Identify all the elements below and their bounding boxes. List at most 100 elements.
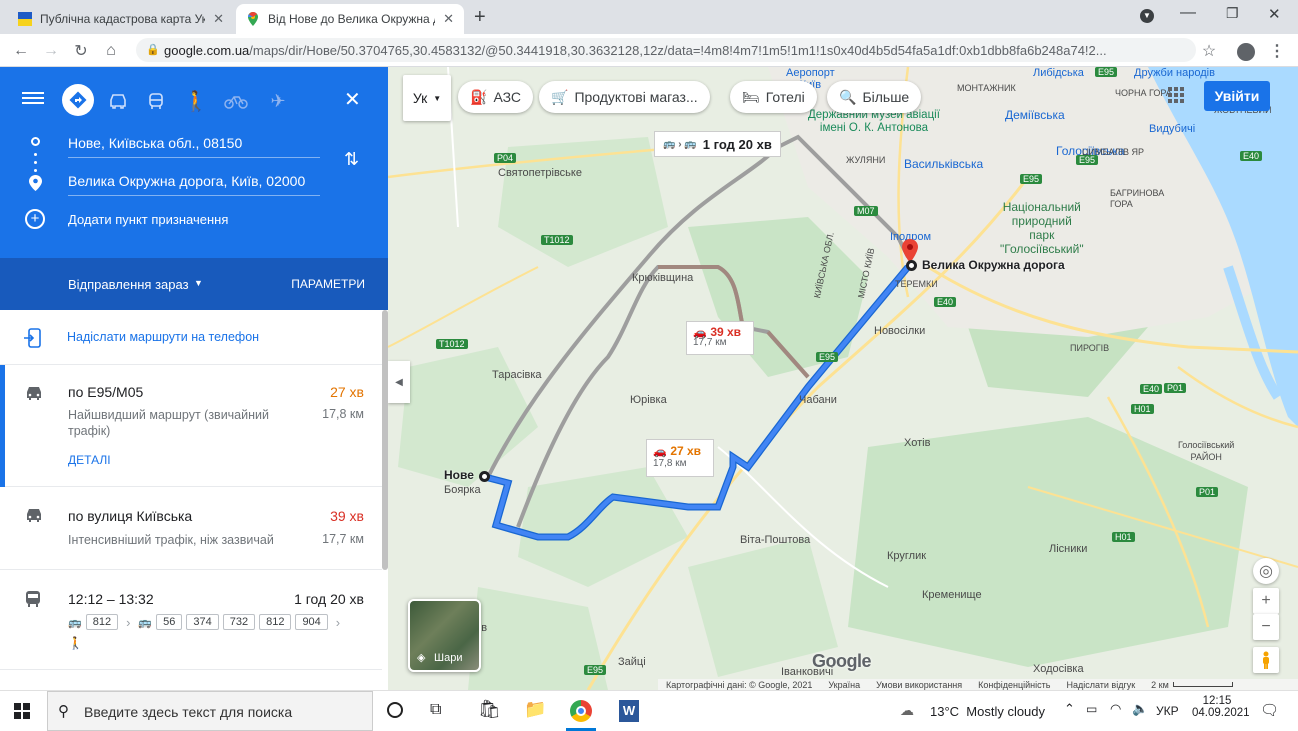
minimize-button[interactable]: — [1180, 4, 1196, 22]
car-mode-icon[interactable] [104, 87, 132, 115]
my-location-icon[interactable]: ◎ [1253, 558, 1279, 584]
add-destination-icon[interactable]: + [25, 209, 45, 229]
tab-cadastral-map[interactable]: Публічна кадастрова карта Укр ✕ [8, 4, 234, 34]
chip-gas[interactable]: ⛽ АЗС [458, 81, 534, 113]
country-link[interactable]: Україна [828, 680, 860, 690]
menu-hamburger-icon[interactable] [22, 89, 44, 107]
place-label: Чабани [799, 394, 837, 406]
privacy-link[interactable]: Конфіденційність [978, 680, 1050, 690]
chrome-icon[interactable] [570, 700, 592, 722]
clock[interactable]: 12:15 04.09.2021 [1192, 695, 1250, 719]
tab-search-icon[interactable]: ▼ [1140, 9, 1154, 23]
zoom-in-button[interactable]: + [1253, 588, 1279, 614]
options-button[interactable]: ПАРАМЕТРИ [291, 277, 365, 291]
map-canvas[interactable]: Святопетрівське Крюківщина Тарасівка Юрі… [388, 67, 1298, 690]
road-shield: P01 [1164, 383, 1187, 393]
add-destination-link[interactable]: Додати пункт призначення [68, 212, 228, 227]
alt-route-callout[interactable]: 🚗 39 хв 17,7 км [686, 321, 754, 355]
place-label: Тарасівка [492, 369, 542, 381]
transit-time-range: 12:12 – 13:32 [68, 591, 154, 607]
profile-avatar[interactable] [1237, 43, 1255, 61]
pegman-icon[interactable] [1253, 647, 1279, 673]
url-host: google.com.ua [164, 42, 250, 58]
transit-mode-icon[interactable] [142, 87, 170, 115]
place-label: Віта-Поштова [740, 534, 811, 546]
store-icon[interactable]: 🛍 [478, 699, 501, 720]
close-directions-icon[interactable]: ✕ [344, 87, 361, 112]
volume-icon[interactable]: 🔈 [1132, 701, 1148, 717]
restore-button[interactable]: ❐ [1226, 5, 1239, 22]
apps-grid-icon[interactable] [1168, 87, 1184, 103]
menu-kebab-icon[interactable]: ⋮ [1266, 40, 1288, 62]
signin-button[interactable]: Увійти [1204, 81, 1270, 111]
reload-icon[interactable]: ↻ [70, 40, 92, 62]
close-tab-icon[interactable]: ✕ [443, 11, 454, 27]
collapse-panel-button[interactable]: ◀ [388, 361, 410, 403]
home-icon[interactable]: ⌂ [100, 40, 122, 62]
destination-input[interactable]: Велика Окружна дорога, Київ, 02000 [68, 168, 320, 196]
best-mode-icon[interactable] [62, 84, 94, 116]
place-label: Крюківщина [632, 272, 694, 284]
language-selector[interactable]: Ук ▼ [403, 75, 451, 121]
tab-title: Публічна кадастрова карта Укр [40, 12, 206, 26]
route-option-fastest[interactable]: по E95/M05 27 хв Найшвидший маршрут (зви… [0, 365, 382, 487]
main-route-callout[interactable]: 🚗 27 хв 17,8 км [646, 439, 714, 477]
road-shield: E95 [1020, 174, 1043, 184]
swap-icon[interactable]: ⇅ [344, 149, 359, 170]
metro-label: Деміївська [1005, 108, 1065, 122]
map-footer: Картографічні дані: © Google, 2021 Украї… [658, 679, 1298, 690]
new-tab-button[interactable]: + [474, 6, 486, 29]
windows-start-icon[interactable] [14, 703, 30, 719]
taskbar-search[interactable]: ⚲ Введите здесь текст для поиска [47, 691, 373, 731]
word-icon[interactable]: W [619, 700, 639, 722]
close-window-button[interactable]: ✕ [1268, 5, 1281, 23]
weather-icon[interactable]: ☁ [900, 702, 914, 719]
forward-icon[interactable]: → [40, 40, 62, 62]
close-tab-icon[interactable]: ✕ [213, 11, 224, 27]
bike-mode-icon[interactable] [222, 87, 250, 115]
dropdown-arrow-icon[interactable]: ▼ [194, 278, 203, 288]
route-dot [34, 169, 37, 172]
district-label: ЧОРНА ГОРА [1115, 88, 1172, 98]
file-explorer-icon[interactable]: 📁 [524, 699, 546, 720]
bed-icon: 🛏 [742, 88, 760, 105]
flight-mode-icon[interactable]: ✈ [264, 87, 292, 115]
task-view-icon[interactable]: ⧉ [430, 701, 441, 719]
walk-icon: 🚶 [68, 636, 83, 650]
chip-grocery[interactable]: 🛒 Продуктові магаз... [539, 81, 710, 113]
address-bar[interactable]: 🔒 google.com.ua/maps/dir/Нове/50.3704765… [136, 38, 1196, 62]
cortana-icon[interactable] [387, 702, 403, 718]
road-shield: P01 [1196, 487, 1219, 497]
back-icon[interactable]: ← [10, 40, 32, 62]
battery-icon[interactable]: ▭ [1086, 702, 1097, 716]
terms-link[interactable]: Умови використання [876, 680, 962, 690]
tab-google-maps[interactable]: Від Нове до Велика Окружна до ✕ [236, 4, 464, 34]
route-option-alternative[interactable]: по вулиця Київська 39 хв Інтенсивніший т… [0, 487, 382, 570]
depart-now-dropdown[interactable]: Відправлення зараз [68, 277, 189, 292]
route-name: по E95/M05 [68, 384, 144, 400]
zoom-out-button[interactable]: − [1253, 614, 1279, 640]
transit-callout[interactable]: 🚌 › 🚌 1 год 20 хв [654, 131, 781, 157]
feedback-link[interactable]: Надіслати відгук [1066, 680, 1135, 690]
input-language[interactable]: УКР [1156, 704, 1179, 718]
district-label: МОНТАЖНИК [957, 83, 1016, 93]
map-data-credit: Картографічні дані: © Google, 2021 [666, 679, 813, 690]
bus-icon [25, 590, 41, 611]
details-link[interactable]: ДЕТАЛІ [68, 453, 111, 467]
origin-input[interactable]: Нове, Київська обл., 08150 [68, 130, 320, 158]
weather-label[interactable]: 13°C Mostly cloudy [930, 704, 1045, 719]
bookmark-star-icon[interactable]: ☆ [1198, 40, 1220, 62]
chip-more[interactable]: 🔍 Більше [827, 81, 922, 113]
notifications-icon[interactable]: 🗨 [1260, 701, 1279, 719]
layers-button[interactable]: ◈ Шари [408, 599, 481, 672]
route-option-transit[interactable]: 12:12 – 13:32 1 год 20 хв 🚌 812 › 🚌 56 3… [0, 570, 382, 670]
wifi-icon[interactable]: ◠ [1110, 701, 1121, 717]
send-to-phone-row[interactable]: Надіслати маршрути на телефон [0, 310, 382, 365]
route-distance: 17,8 км [322, 407, 364, 421]
search-icon: 🔍 [839, 88, 857, 105]
chip-hotels[interactable]: 🛏 Готелі [730, 81, 817, 113]
walk-mode-icon[interactable]: 🚶 [182, 87, 210, 115]
road-shield: T1012 [541, 235, 573, 245]
place-label: Лісники [1049, 543, 1088, 555]
tray-chevron-icon[interactable]: ⌃ [1064, 701, 1075, 717]
